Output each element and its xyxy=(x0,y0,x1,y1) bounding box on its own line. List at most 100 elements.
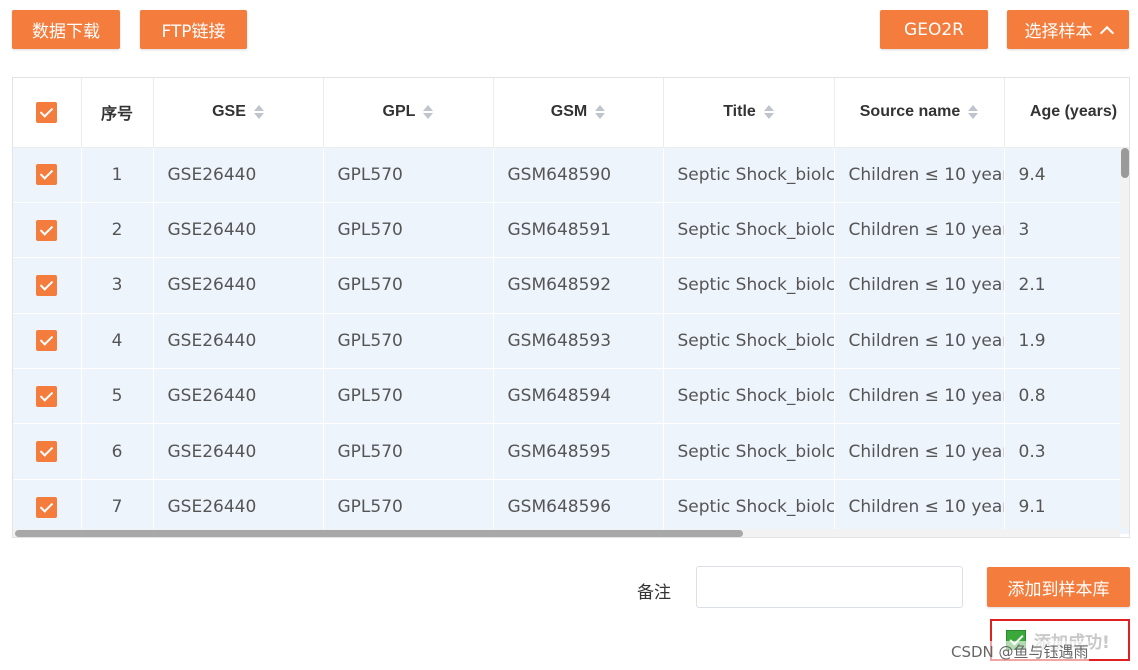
row-index: 7 xyxy=(81,479,154,536)
header-index-label: 序号 xyxy=(100,106,133,124)
row-source-name: Children ≤ 10 year xyxy=(834,257,1005,314)
row-title: Septic Shock_biolc xyxy=(663,423,835,480)
row-gpl: GPL570 xyxy=(323,147,494,203)
row-title: Septic Shock_biolc xyxy=(663,147,835,203)
row-index: 3 xyxy=(81,257,154,314)
row-select-cell xyxy=(13,202,82,259)
row-age: 0.3 xyxy=(1004,423,1129,480)
table-row[interactable]: 6 GSE26440 GPL570 GSM648595 Septic Shock_bio… xyxy=(13,423,1129,480)
remark-input[interactable] xyxy=(696,566,963,608)
row-age: 9.4 xyxy=(1004,147,1129,203)
header-gse-label: GSE xyxy=(212,103,246,121)
row-gsm: GSM648596 xyxy=(493,479,664,536)
header-age-label: Age (years) xyxy=(1029,103,1118,121)
row-gse: GSE26440 xyxy=(153,202,324,259)
row-source-name: Children ≤ 10 year xyxy=(834,202,1005,259)
row-index: 5 xyxy=(81,368,154,425)
header-gpl[interactable]: GPL xyxy=(323,78,494,148)
row-age: 0.8 xyxy=(1004,368,1129,425)
row-gse: GSE26440 xyxy=(153,257,324,314)
sort-caret-icon[interactable] xyxy=(763,105,774,120)
header-gpl-label: GPL xyxy=(382,103,416,121)
row-gsm: GSM648595 xyxy=(493,423,664,480)
row-source-name: Children ≤ 10 year xyxy=(834,147,1005,203)
row-gse: GSE26440 xyxy=(153,313,324,370)
row-select-cell xyxy=(13,313,82,370)
select-all-checkbox-icon[interactable] xyxy=(36,101,58,123)
row-source-name: Children ≤ 10 year xyxy=(834,479,1005,536)
header-gsm-label: GSM xyxy=(550,103,588,121)
table-row[interactable]: 1 GSE26440 GPL570 GSM648590 Septic Shock_bio… xyxy=(13,147,1129,203)
table-row[interactable]: 7 GSE26440 GPL570 GSM648596 Septic Shock_bio… xyxy=(13,479,1129,536)
row-age: 3 xyxy=(1004,202,1129,259)
row-select-cell xyxy=(13,423,82,480)
table-header-row: 序号 GSE GPL GSM Title Source name Age (ye… xyxy=(13,78,1129,148)
row-select-cell xyxy=(13,147,82,203)
row-gsm: GSM648593 xyxy=(493,313,664,370)
vertical-scroll-thumb[interactable] xyxy=(1121,148,1129,178)
header-title[interactable]: Title xyxy=(663,78,835,148)
add-to-sample-library-label: 添加到样本库 xyxy=(1007,579,1110,600)
row-gpl: GPL570 xyxy=(323,423,494,480)
remark-label: 备注 xyxy=(637,583,671,603)
horizontal-scrollbar[interactable] xyxy=(13,529,1120,537)
row-gse: GSE26440 xyxy=(153,423,324,480)
sort-caret-icon[interactable] xyxy=(968,105,979,120)
row-checkbox-icon[interactable] xyxy=(36,496,58,518)
table-row[interactable]: 4 GSE26440 GPL570 GSM648593 Septic Shock_bio… xyxy=(13,313,1129,370)
row-gse: GSE26440 xyxy=(153,368,324,425)
sort-caret-icon[interactable] xyxy=(253,105,264,120)
vertical-scrollbar[interactable] xyxy=(1120,148,1129,528)
geo2r-button[interactable]: GEO2R xyxy=(880,10,988,49)
row-gpl: GPL570 xyxy=(323,368,494,425)
row-gse: GSE26440 xyxy=(153,147,324,203)
row-checkbox-icon[interactable] xyxy=(36,441,58,463)
row-gsm: GSM648594 xyxy=(493,368,664,425)
row-gsm: GSM648590 xyxy=(493,147,664,203)
table-row[interactable]: 2 GSE26440 GPL570 GSM648591 Septic Shock_bio… xyxy=(13,202,1129,259)
header-source-name-label: Source name xyxy=(859,103,961,121)
row-gse: GSE26440 xyxy=(153,479,324,536)
sort-caret-icon[interactable] xyxy=(423,105,434,120)
header-source-name[interactable]: Source name xyxy=(834,78,1005,148)
row-title: Septic Shock_biolc xyxy=(663,257,835,314)
row-index: 2 xyxy=(81,202,154,259)
row-checkbox-icon[interactable] xyxy=(36,274,58,296)
row-title: Septic Shock_biolc xyxy=(663,479,835,536)
row-checkbox-icon[interactable] xyxy=(36,330,58,352)
row-title: Septic Shock_biolc xyxy=(663,368,835,425)
header-index: 序号 xyxy=(81,78,154,148)
data-download-label: 数据下载 xyxy=(32,22,100,42)
row-select-cell xyxy=(13,479,82,536)
row-gsm: GSM648591 xyxy=(493,202,664,259)
header-gsm[interactable]: GSM xyxy=(493,78,664,148)
row-gpl: GPL570 xyxy=(323,202,494,259)
row-checkbox-icon[interactable] xyxy=(36,385,58,407)
row-age: 1.9 xyxy=(1004,313,1129,370)
header-gse[interactable]: GSE xyxy=(153,78,324,148)
row-age: 2.1 xyxy=(1004,257,1129,314)
watermark: CSDN @鱼与钰遇雨 xyxy=(951,641,1089,662)
chevron-up-icon xyxy=(1099,25,1114,40)
row-gpl: GPL570 xyxy=(323,479,494,536)
select-samples-button[interactable]: 选择样本 xyxy=(1007,10,1129,49)
sort-caret-icon[interactable] xyxy=(595,105,606,120)
horizontal-scroll-thumb[interactable] xyxy=(15,530,743,537)
add-to-sample-library-button[interactable]: 添加到样本库 xyxy=(987,567,1130,607)
select-samples-label: 选择样本 xyxy=(1024,22,1093,42)
row-source-name: Children ≤ 10 year xyxy=(834,313,1005,370)
table-row[interactable]: 5 GSE26440 GPL570 GSM648594 Septic Shock_bio… xyxy=(13,368,1129,425)
row-source-name: Children ≤ 10 year xyxy=(834,423,1005,480)
row-title: Septic Shock_biolc xyxy=(663,313,835,370)
row-age: 9.1 xyxy=(1004,479,1129,536)
row-source-name: Children ≤ 10 year xyxy=(834,368,1005,425)
table-row[interactable]: 3 GSE26440 GPL570 GSM648592 Septic Shock_bio… xyxy=(13,257,1129,314)
ftp-link-button[interactable]: FTP链接 xyxy=(140,10,247,49)
data-download-button[interactable]: 数据下载 xyxy=(12,10,120,49)
row-gpl: GPL570 xyxy=(323,257,494,314)
row-select-cell xyxy=(13,368,82,425)
row-checkbox-icon[interactable] xyxy=(36,219,58,241)
row-checkbox-icon[interactable] xyxy=(36,164,58,186)
row-title: Septic Shock_biolc xyxy=(663,202,835,259)
row-gpl: GPL570 xyxy=(323,313,494,370)
